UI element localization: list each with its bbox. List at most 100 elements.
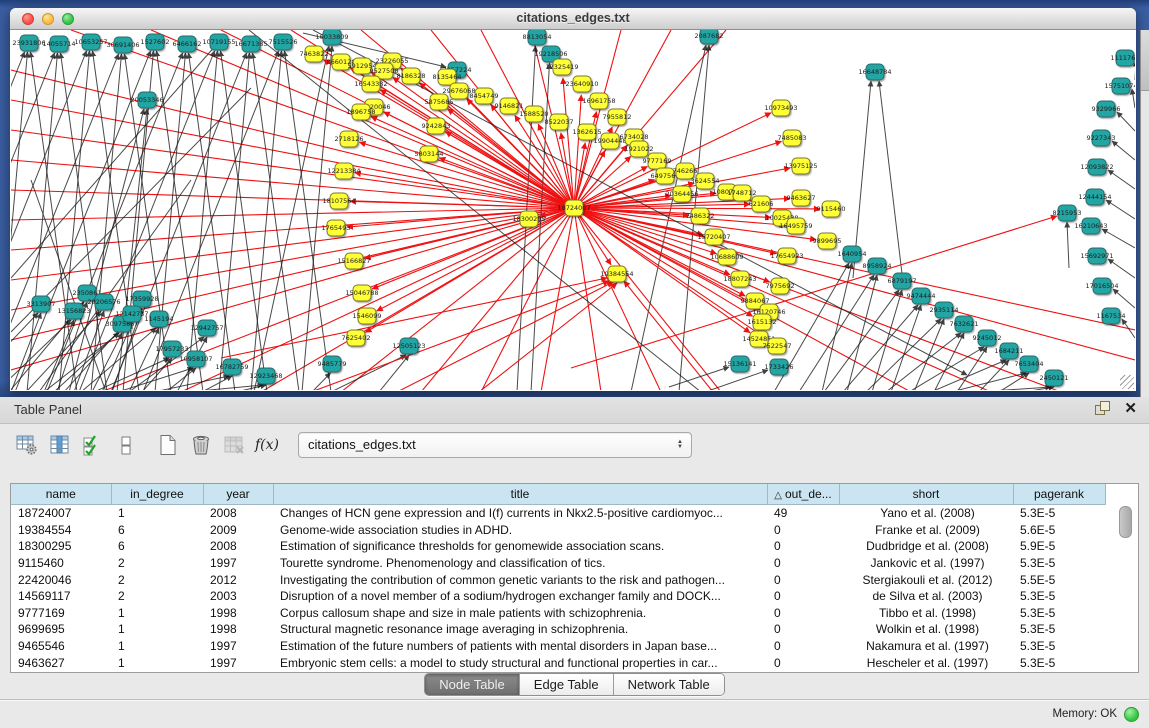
table-selector-dropdown[interactable]: citations_edges.txt ▲▼ (298, 432, 692, 458)
network-node[interactable]: 19384554 (600, 266, 633, 282)
network-node[interactable]: 1167534 (1097, 308, 1126, 324)
network-node[interactable]: 7632621 (950, 316, 979, 332)
table-row[interactable]: 946554611997Estimation of the future num… (11, 638, 1105, 655)
network-node[interactable]: 10688609 (710, 249, 743, 265)
network-node[interactable]: 1684211 (995, 343, 1024, 359)
select-all-button[interactable] (78, 431, 108, 459)
network-node[interactable]: 17016504 (1085, 278, 1118, 294)
network-node[interactable]: 16961758 (582, 93, 615, 109)
network-node[interactable]: 1640954 (838, 246, 867, 262)
create-column-button[interactable] (153, 431, 183, 459)
network-node[interactable]: 15046788 (345, 285, 378, 301)
close-panel-icon[interactable]: ✕ (1124, 401, 1137, 416)
network-node[interactable]: 15692971 (1080, 248, 1113, 264)
network-node[interactable]: 7515526 (269, 34, 298, 50)
network-node[interactable]: 1765493 (322, 220, 351, 236)
network-node[interactable]: 5803144 (415, 146, 444, 162)
network-node[interactable]: 23640910 (565, 76, 598, 92)
network-node[interactable]: 15136141 (723, 356, 756, 372)
network-node[interactable]: 9485779 (318, 356, 347, 372)
column-header[interactable]: in_degree (111, 484, 203, 505)
network-node[interactable]: 621606 (749, 196, 774, 212)
network-node[interactable]: 7653404 (1015, 356, 1044, 372)
network-node[interactable]: 12444154 (1078, 189, 1111, 205)
network-node[interactable]: 1111762 (1111, 50, 1135, 66)
network-node[interactable]: 8813054 (523, 30, 552, 45)
column-header[interactable]: short (839, 484, 1013, 505)
tab-network-table[interactable]: Network Table (614, 674, 724, 695)
column-header[interactable]: name (11, 484, 111, 505)
network-canvas[interactable]: 2393180614055714106532573069140615276026… (11, 30, 1135, 390)
network-node[interactable]: 8522037 (545, 114, 574, 130)
network-node[interactable]: 10719155 (202, 34, 235, 50)
network-node[interactable]: 15166827 (337, 253, 370, 269)
table-row[interactable]: 1872400712008Changes of HCN gene express… (11, 505, 1105, 522)
network-node[interactable]: 2450121 (1040, 370, 1069, 386)
network-node[interactable]: 14055714 (42, 36, 75, 52)
table-row[interactable]: 911546021997Tourette syndrome. Phenomeno… (11, 555, 1105, 572)
network-node[interactable]: 8186328 (397, 68, 426, 84)
vertical-scrollbar[interactable] (1119, 506, 1130, 666)
network-node[interactable]: 10958107 (179, 351, 212, 367)
network-node[interactable]: 9227343 (1087, 130, 1116, 146)
column-header[interactable]: pagerank (1013, 484, 1105, 505)
network-node[interactable]: 9329966 (1092, 101, 1121, 117)
network-node[interactable]: 20053346 (130, 92, 163, 108)
table-mode-button[interactable] (12, 431, 42, 459)
network-node[interactable]: 10653257 (74, 34, 107, 50)
network-node[interactable]: 2087682 (695, 30, 724, 44)
network-view-window[interactable]: citations_edges.txt 23931806140557141065… (10, 8, 1136, 391)
column-header[interactable]: title (273, 484, 767, 505)
function-builder-button[interactable]: f(x) (252, 431, 282, 459)
network-node[interactable]: 12923468 (249, 368, 282, 384)
column-header[interactable]: year (203, 484, 273, 505)
network-node[interactable]: 30691406 (106, 37, 139, 53)
network-node[interactable]: 15751074 (1104, 78, 1135, 94)
table-row[interactable]: 946362711997Embryonic stem cells: a mode… (11, 654, 1105, 671)
column-header[interactable]: △out_de... (767, 484, 839, 505)
network-node[interactable]: 7975692 (766, 278, 795, 294)
network-node[interactable]: 1733426 (765, 359, 794, 375)
network-node[interactable]: 9463627 (787, 190, 816, 206)
scrollbar-thumb[interactable] (1119, 506, 1132, 538)
network-node[interactable]: 18807243 (723, 271, 756, 287)
network-node[interactable]: 9474444 (907, 288, 936, 304)
network-window-titlebar[interactable]: citations_edges.txt (10, 8, 1136, 30)
network-node[interactable]: 17654923 (770, 248, 803, 264)
tab-node-table[interactable]: Node Table (425, 674, 520, 695)
network-node[interactable]: 9115460 (817, 201, 846, 217)
table-row[interactable]: 969969511998Structural magnetic resonanc… (11, 621, 1105, 638)
network-node[interactable]: 7485083 (778, 130, 807, 146)
table-panel-titlebar[interactable]: Table Panel ✕ (0, 397, 1149, 424)
network-node[interactable]: 9245012 (973, 330, 1002, 346)
table-row[interactable]: 1456911722003Disruption of a novel membe… (11, 588, 1105, 605)
network-node[interactable]: 3624554 (691, 173, 720, 189)
network-node[interactable]: 6879197 (888, 273, 917, 289)
window-resize-grip[interactable] (1120, 375, 1134, 389)
network-node[interactable]: 3313907 (27, 296, 56, 312)
tab-edge-table[interactable]: Edge Table (520, 674, 614, 695)
network-node[interactable]: 12093822 (1080, 159, 1113, 175)
network-node[interactable]: 2718126 (335, 131, 364, 147)
network-node[interactable]: 12213384 (327, 163, 360, 179)
network-node[interactable]: 16671385 (234, 36, 267, 52)
attribute-table[interactable]: namein_degreeyeartitle△out_de...shortpag… (10, 483, 1139, 673)
network-node[interactable]: 2935114 (930, 302, 959, 318)
network-node[interactable]: 13975125 (784, 158, 817, 174)
float-panel-icon[interactable] (1095, 401, 1110, 416)
network-node[interactable]: 7486322 (686, 208, 715, 224)
network-node[interactable]: 16210643 (1074, 218, 1107, 234)
delete-table-button[interactable] (219, 431, 249, 459)
table-row[interactable]: 977716911998Corpus callosum shape and si… (11, 605, 1105, 622)
network-node[interactable]: 23931806 (12, 35, 45, 51)
table-row[interactable]: 2242004622012Investigating the contribut… (11, 571, 1105, 588)
unselect-all-button[interactable] (111, 431, 141, 459)
network-node[interactable]: 8215953 (1053, 205, 1082, 221)
delete-columns-button[interactable] (186, 431, 216, 459)
table-row[interactable]: 1938455462009Genome-wide association stu… (11, 522, 1105, 539)
network-node[interactable]: 16648784 (858, 64, 891, 80)
network-node[interactable]: 18107564 (322, 193, 355, 209)
show-columns-button[interactable] (45, 431, 75, 459)
network-node[interactable]: 9899695 (813, 233, 842, 249)
table-row[interactable]: 1830029562008Estimation of significance … (11, 538, 1105, 555)
